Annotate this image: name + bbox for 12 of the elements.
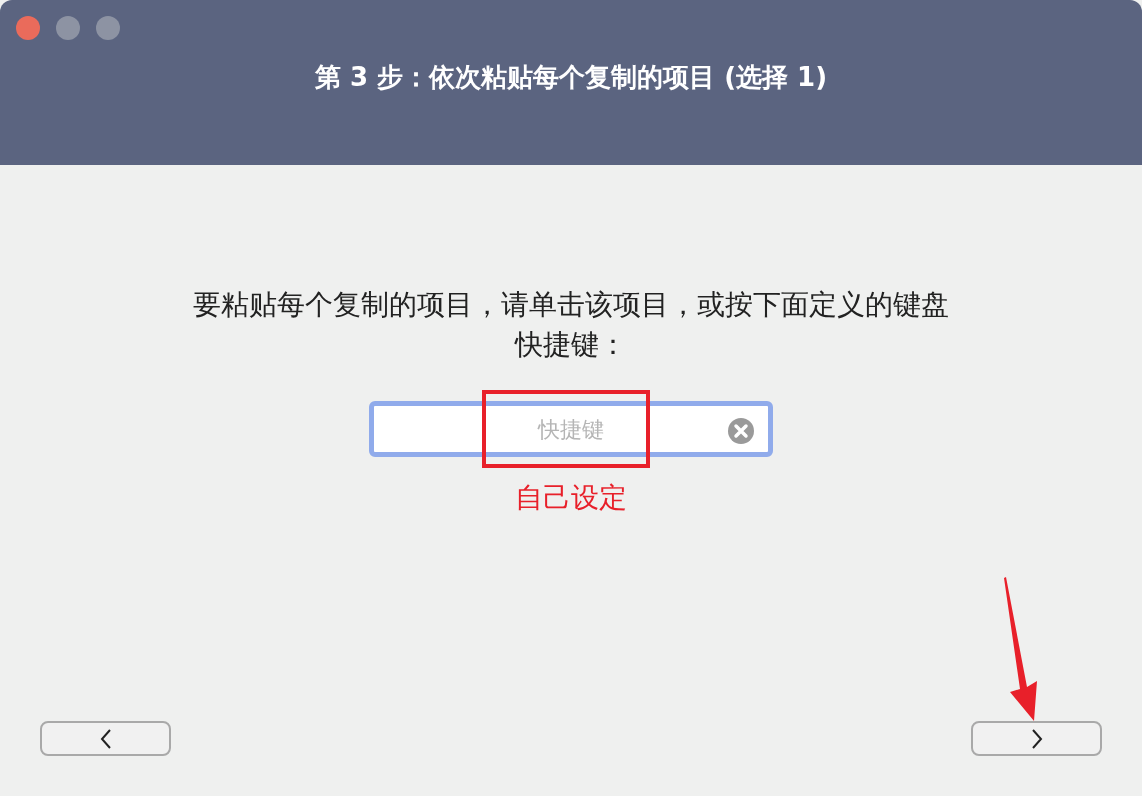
clear-icon[interactable]	[728, 418, 754, 444]
annotation-text: 自己设定	[515, 480, 627, 516]
chevron-right-icon	[1030, 728, 1043, 749]
minimize-button[interactable]	[56, 16, 80, 40]
window-title: 第 3 步：依次粘贴每个复制的项目 (选择 1)	[314, 61, 828, 94]
zoom-button[interactable]	[96, 16, 120, 40]
close-button[interactable]	[16, 16, 40, 40]
instruction-text: 要粘贴每个复制的项目，请单击该项目，或按下面定义的键盘快捷键：	[192, 287, 950, 363]
back-button[interactable]	[40, 721, 171, 756]
next-button[interactable]	[971, 721, 1102, 756]
shortcut-field[interactable]: 快捷键	[369, 401, 773, 457]
chevron-left-icon	[99, 728, 112, 749]
